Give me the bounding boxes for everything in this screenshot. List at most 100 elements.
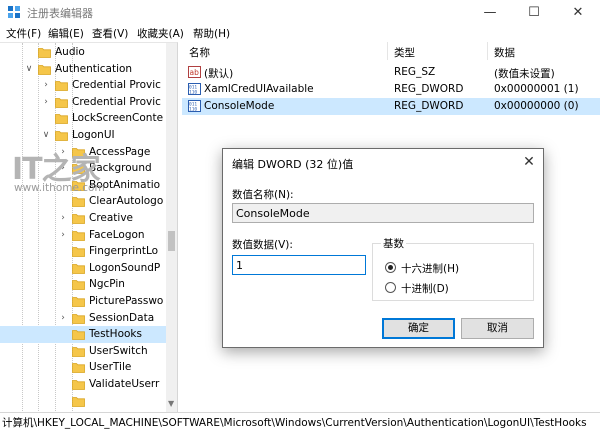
column-divider[interactable] <box>387 42 388 60</box>
folder-icon <box>72 346 85 357</box>
menu-edit[interactable]: 编辑(E) <box>48 26 84 41</box>
expand-chevron-icon[interactable]: › <box>41 96 51 108</box>
regedit-app-icon <box>8 6 20 18</box>
tree-item[interactable]: UserSwitch <box>0 343 166 360</box>
ithome-watermark-url: www.ithome.com <box>14 182 105 194</box>
window-title: 注册表编辑器 <box>27 7 93 20</box>
tree-item-label: Audio <box>55 46 85 58</box>
collapse-chevron-icon[interactable]: ∨ <box>24 63 34 75</box>
tree-item-label: ClearAutologo <box>89 195 164 208</box>
value-row-default[interactable]: ab (默认) REG_SZ (数值未设置) <box>182 64 600 81</box>
folder-icon <box>72 246 85 258</box>
tree-item[interactable]: › FaceLogon <box>0 227 166 244</box>
title-bar: 注册表编辑器 — ☐ ✕ <box>0 0 600 24</box>
hex-radio[interactable] <box>385 262 396 273</box>
dialog-title: 编辑 DWORD (32 位)值 <box>232 158 354 171</box>
collapse-chevron-icon[interactable]: ∨ <box>41 129 51 141</box>
expand-chevron-icon[interactable] <box>58 195 68 207</box>
tree-item[interactable]: › SessionData <box>0 310 166 327</box>
tree-item[interactable]: › Credential Provic <box>0 94 166 111</box>
decimal-radio[interactable] <box>385 282 396 293</box>
tree-item[interactable]: NgcPin <box>0 276 166 293</box>
expand-chevron-icon[interactable] <box>58 245 68 257</box>
column-header-name[interactable]: 名称 <box>189 42 210 60</box>
tree-item-label: ValidateUserr <box>89 378 160 390</box>
expand-chevron-icon[interactable]: › <box>58 212 68 224</box>
value-data-label: 数值数据(V): <box>232 239 293 251</box>
tree-item[interactable]: ClearAutologo <box>0 193 166 210</box>
expand-chevron-icon[interactable] <box>58 378 68 390</box>
expand-chevron-icon[interactable] <box>58 395 68 407</box>
maximize-button[interactable]: ☐ <box>512 0 556 24</box>
svg-text:110: 110 <box>189 107 197 113</box>
expand-chevron-icon[interactable]: › <box>41 79 51 91</box>
expand-chevron-icon[interactable] <box>58 345 68 357</box>
expand-chevron-icon[interactable] <box>24 46 34 58</box>
value-row-xamlcreduiavailable[interactable]: 011 110 XamlCredUIAvailable REG_DWORD 0x… <box>182 81 600 98</box>
tree-item[interactable]: › Credential Provic <box>0 77 166 94</box>
svg-text:ab: ab <box>190 68 200 77</box>
tree-item-label: Authentication <box>55 62 133 75</box>
binary-value-icon: 011 110 <box>188 83 201 95</box>
tree-item[interactable]: ValidateUserr <box>0 376 166 393</box>
expand-chevron-icon[interactable] <box>58 361 68 373</box>
value-type: REG_DWORD <box>394 83 464 95</box>
tree-item-label: UserTile <box>89 361 132 374</box>
folder-icon <box>72 230 85 241</box>
menu-view[interactable]: 查看(V) <box>92 26 128 41</box>
tree-item-label: LogonUI <box>72 129 115 141</box>
tree-scrollbar-thumb[interactable] <box>168 231 175 251</box>
tree-scrollbar[interactable]: ▼ <box>166 43 177 412</box>
tree-item[interactable]: › Creative <box>0 210 166 227</box>
base-group-title: 基数 <box>381 236 406 251</box>
tree-item[interactable]: UserTile <box>0 359 166 376</box>
column-header-type[interactable]: 类型 <box>394 42 415 60</box>
folder-icon <box>72 196 85 208</box>
menu-file[interactable]: 文件(F) <box>6 26 41 41</box>
tree-item[interactable]: Audio <box>0 44 166 61</box>
tree-item[interactable]: FingerprintLo <box>0 243 166 260</box>
value-row-consolemode[interactable]: 011 110 ConsoleMode REG_DWORD 0x00000000… <box>182 98 600 115</box>
decimal-radio-label[interactable]: 十进制(D) <box>401 281 449 296</box>
close-button[interactable]: ✕ <box>556 0 600 24</box>
column-divider[interactable] <box>487 42 488 60</box>
tree-item[interactable]: TestHooks <box>0 326 166 344</box>
cancel-button[interactable]: 取消 <box>461 318 534 339</box>
value-name: XamlCredUIAvailable <box>204 83 314 95</box>
tree-item-label: NgcPin <box>89 278 125 291</box>
minimize-button[interactable]: — <box>468 0 512 24</box>
svg-text:110: 110 <box>189 90 197 96</box>
ok-button[interactable]: 确定 <box>382 318 455 339</box>
menu-help[interactable]: 帮助(H) <box>193 26 230 41</box>
value-name-label: 数值名称(N): <box>232 189 294 201</box>
folder-icon <box>72 329 85 341</box>
expand-chevron-icon[interactable]: › <box>58 229 68 241</box>
dialog-close-button[interactable]: ✕ <box>520 153 538 171</box>
folder-icon <box>55 80 68 92</box>
binary-value-icon: 011 110 <box>188 100 201 112</box>
expand-chevron-icon[interactable]: › <box>58 312 68 324</box>
value-data: 0x00000000 (0) <box>494 100 579 112</box>
folder-icon <box>55 130 68 141</box>
expand-chevron-icon[interactable] <box>58 278 68 290</box>
expand-chevron-icon[interactable] <box>58 295 68 307</box>
registry-tree[interactable]: ▼ Audio ∨ Authentication › Credential Provic… <box>0 42 178 412</box>
string-value-icon: ab <box>188 66 201 78</box>
menu-favorites[interactable]: 收藏夹(A) <box>137 26 184 41</box>
hex-radio-label[interactable]: 十六进制(H) <box>401 261 459 276</box>
tree-item[interactable]: PicturePasswo <box>0 293 166 310</box>
expand-chevron-icon[interactable] <box>58 328 68 340</box>
tree-item-label: LogonSoundP <box>89 261 161 274</box>
tree-item[interactable] <box>0 393 166 410</box>
expand-chevron-icon[interactable] <box>41 112 51 124</box>
tree-item[interactable]: LogonSoundP <box>0 260 166 277</box>
scroll-down-arrow-icon[interactable]: ▼ <box>168 399 174 408</box>
folder-icon <box>72 362 85 374</box>
value-data-input[interactable]: 1 <box>232 255 366 275</box>
column-header-data[interactable]: 数据 <box>494 42 515 60</box>
tree-item-label: Credential Provic <box>72 79 161 92</box>
expand-chevron-icon[interactable] <box>58 262 68 274</box>
tree-item[interactable]: ∨ LogonUI <box>0 127 166 144</box>
tree-item[interactable]: LockScreenConte <box>0 110 166 127</box>
tree-item[interactable]: ∨ Authentication <box>0 61 166 78</box>
